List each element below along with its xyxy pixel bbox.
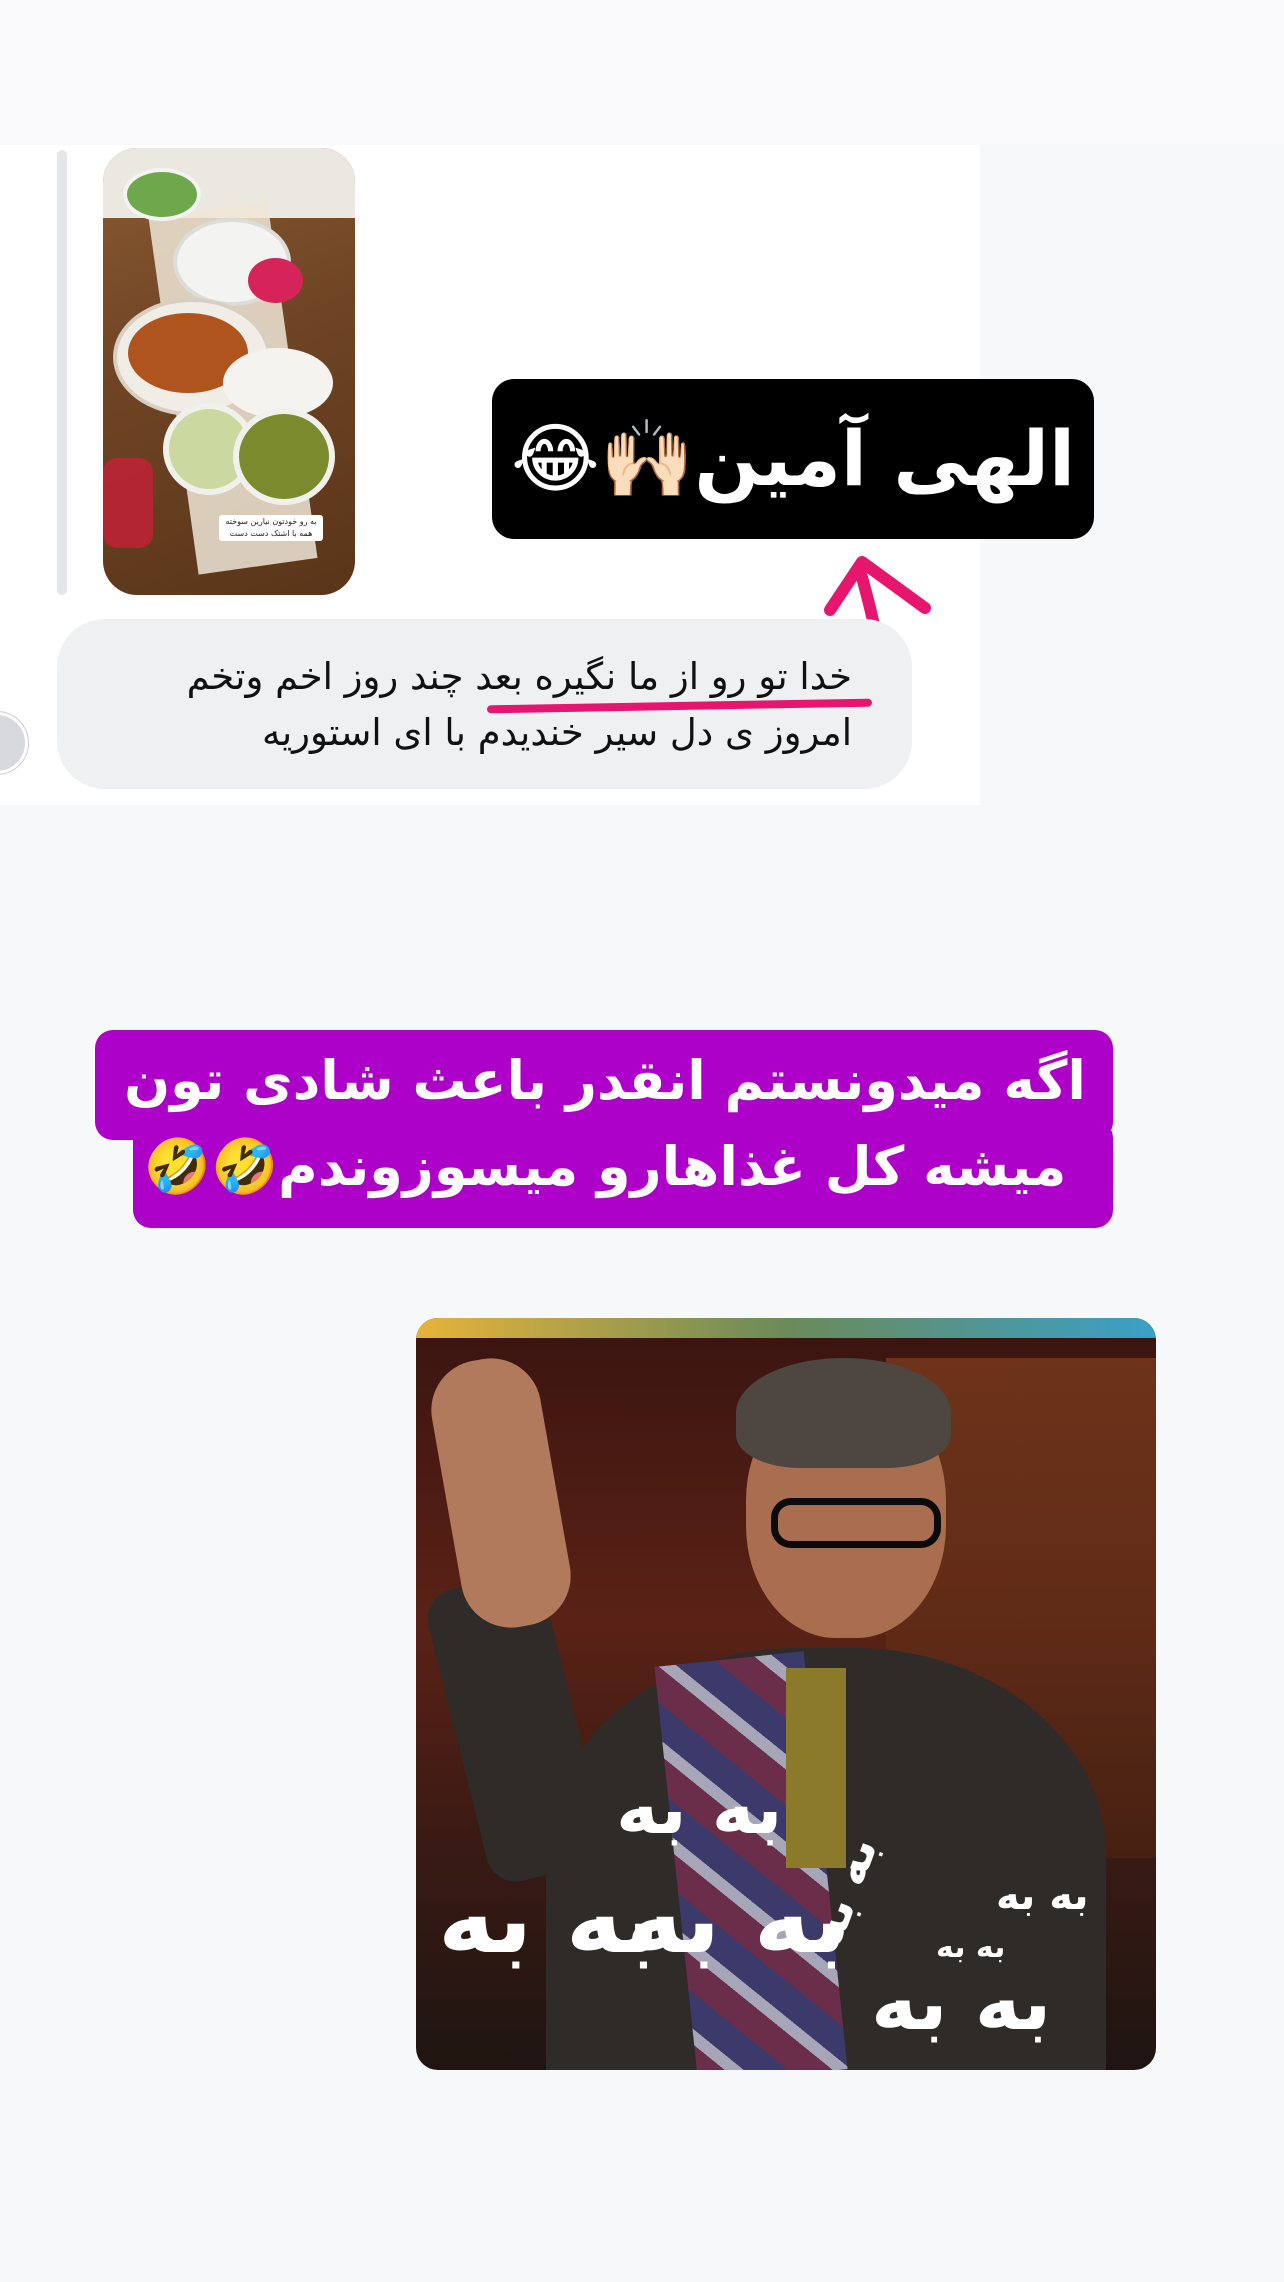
story-olives-bowl: [233, 408, 335, 505]
story-glass: [103, 458, 153, 548]
received-message-line-2: امروز ی دل سیر خندیدم با ای استوریه: [262, 711, 852, 754]
meme-text-1: به به: [616, 1766, 783, 1850]
meme-hair: [736, 1358, 951, 1468]
received-message-line-1: خدا تو رو از ما نگیره بعد چند روز اخم وت…: [186, 655, 852, 698]
meme-image[interactable]: به به به به به به به به به به به به به ب…: [416, 1318, 1156, 2070]
replied-story-thumbnail[interactable]: به رو خودتون نیارین سوخته همه با اشتک دس…: [103, 148, 355, 595]
story-salad-bowl: [123, 168, 201, 221]
meme-text-7: به به: [871, 1958, 1052, 2048]
meme-glasses: [771, 1498, 941, 1548]
sent-sticker-message[interactable]: الهی آمین🙌🏻😂: [492, 379, 1094, 539]
meme-stage-light: [416, 1318, 1156, 1338]
meme-text-5: به به: [996, 1873, 1089, 1919]
reply-indicator-bar: [57, 150, 67, 595]
top-spacer: [0, 0, 1284, 145]
purple-caption-line-1: اگه میدونستم انقدر باعث شادی تون: [124, 1049, 1086, 1112]
purple-caption: اگه میدونستم انقدر باعث شادی تون میشه کل…: [110, 1038, 1100, 1228]
sent-sticker-text: الهی آمین🙌🏻😂: [510, 414, 1076, 503]
story-caption-sticker: به رو خودتون نیارین سوخته همه با اشتک دس…: [219, 515, 323, 541]
purple-caption-line-2: میشه کل غذاهارو میسوزوندم🤣🤣: [143, 1135, 1067, 1198]
story-dessert: [248, 258, 303, 303]
